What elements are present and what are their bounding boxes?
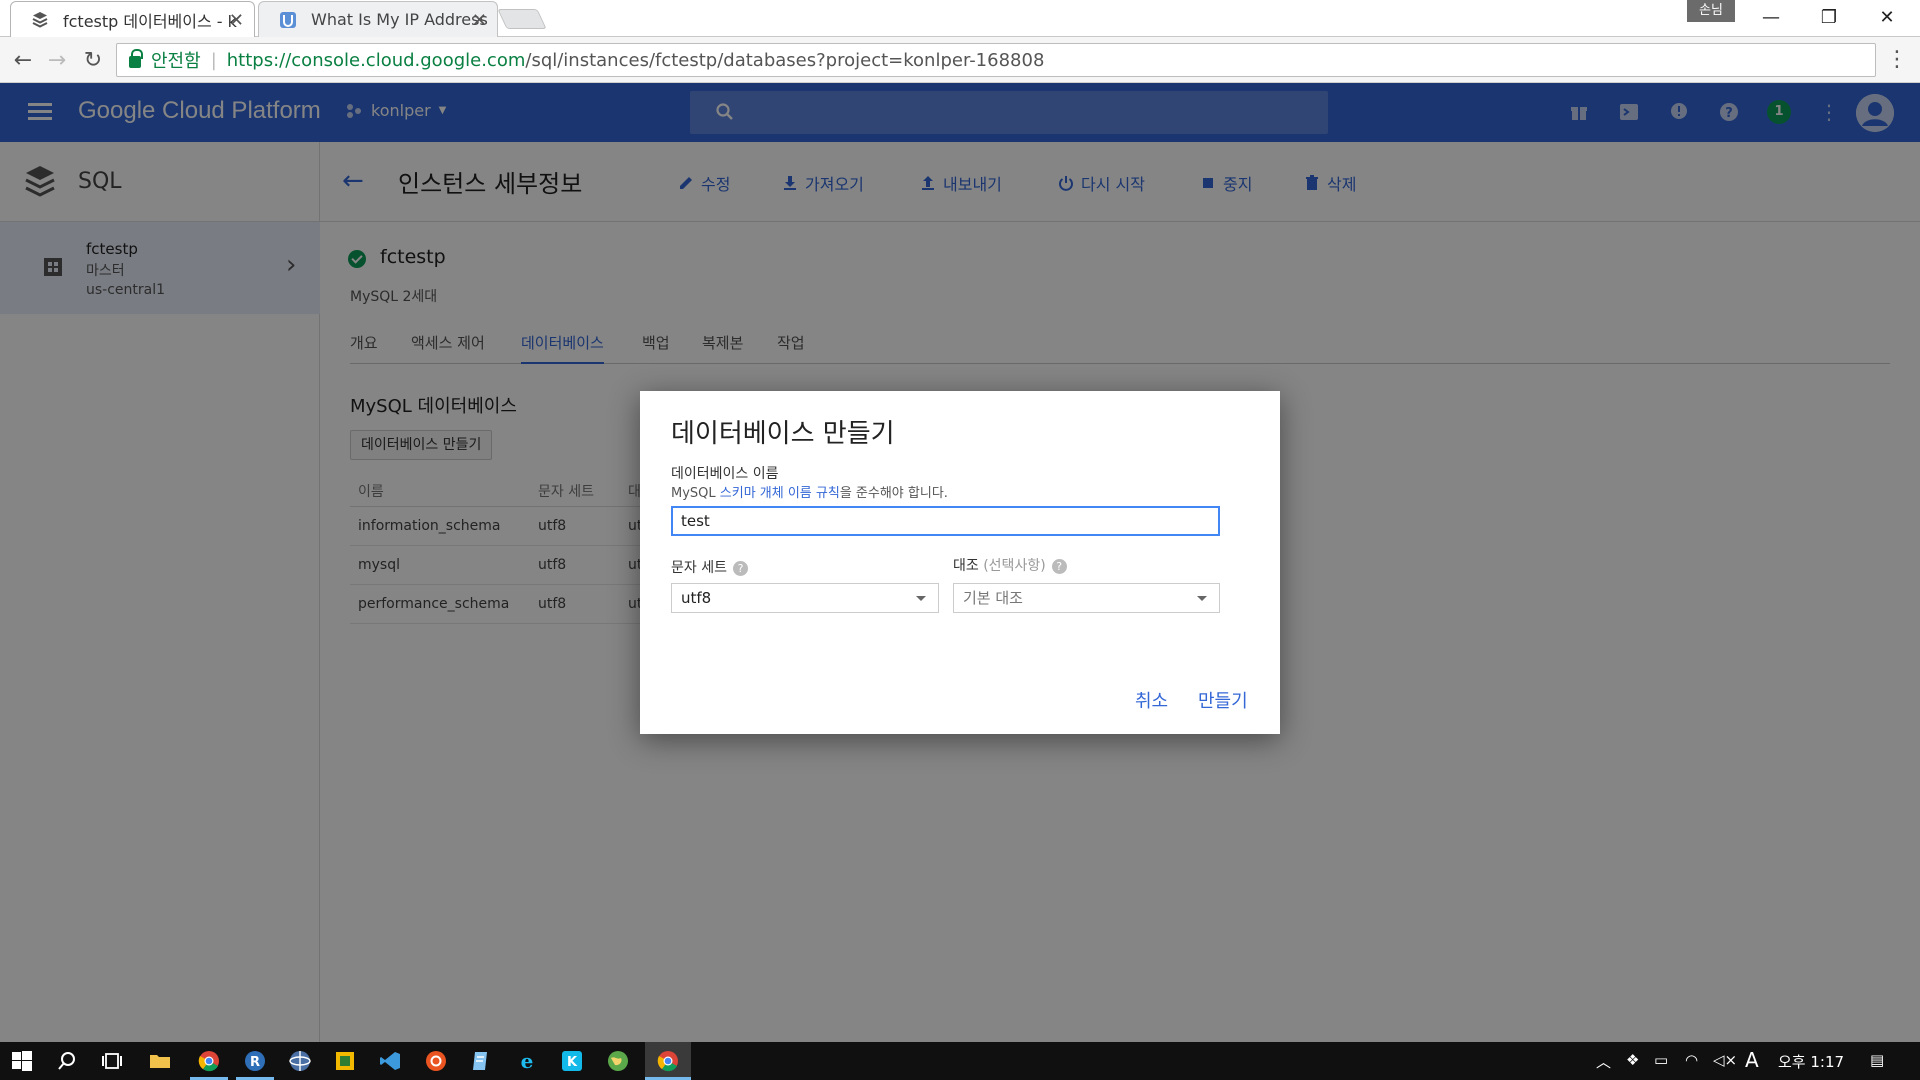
collation-optional: (선택사항) bbox=[983, 558, 1046, 574]
database-name-input[interactable] bbox=[671, 506, 1220, 536]
collation-label: 대조 (선택사항)? bbox=[953, 555, 1067, 575]
lock-icon bbox=[129, 49, 143, 68]
browser-tab-strip: fctestp 데이터베이스 - k ✕ What Is My IP Addre… bbox=[0, 0, 1920, 37]
url-path: /sql/instances/fctestp/databases?project… bbox=[525, 49, 1045, 71]
collation-select[interactable]: 기본 대조 bbox=[953, 583, 1220, 613]
create-button[interactable]: 만들기 bbox=[1198, 687, 1248, 713]
kitematic-icon[interactable]: K bbox=[558, 1047, 586, 1075]
database-name-label: 데이터베이스 이름 bbox=[671, 466, 779, 482]
internet-explorer-icon[interactable]: e bbox=[513, 1047, 541, 1075]
minimize-icon[interactable]: — bbox=[1742, 0, 1800, 34]
create-database-dialog: 데이터베이스 만들기 데이터베이스 이름 MySQL 스키마 개체 이름 규칙을… bbox=[640, 391, 1280, 734]
dialog-title: 데이터베이스 만들기 bbox=[671, 419, 895, 449]
charset-select[interactable]: utf8 bbox=[671, 583, 939, 613]
spreadsheet-app-icon[interactable] bbox=[331, 1047, 359, 1075]
wifi-icon[interactable]: ◠ bbox=[1685, 1051, 1698, 1069]
hint-prefix: MySQL bbox=[671, 486, 720, 501]
chrome-icon[interactable] bbox=[195, 1047, 223, 1075]
svg-text:e: e bbox=[521, 1050, 534, 1072]
r-app-icon[interactable]: R bbox=[241, 1047, 269, 1075]
ip-site-favicon-icon bbox=[280, 12, 296, 28]
ubuntu-icon[interactable] bbox=[422, 1047, 450, 1075]
dropbox-icon[interactable]: ❖ bbox=[1626, 1051, 1639, 1069]
dropdown-arrow-icon bbox=[1197, 596, 1207, 601]
windows-start-icon[interactable] bbox=[8, 1047, 36, 1075]
close-tab-icon[interactable]: ✕ bbox=[472, 10, 487, 31]
collation-label-text: 대조 bbox=[953, 558, 979, 574]
window-close-icon[interactable]: ✕ bbox=[1858, 0, 1916, 34]
charset-label-text: 문자 세트 bbox=[671, 560, 727, 576]
notepad-icon[interactable] bbox=[467, 1047, 495, 1075]
charset-value: utf8 bbox=[681, 589, 712, 607]
chrome-active-icon[interactable] bbox=[654, 1047, 682, 1075]
taskbar-clock[interactable]: 오후 1:17 bbox=[1778, 1051, 1844, 1072]
cancel-button[interactable]: 취소 bbox=[1135, 687, 1168, 713]
file-explorer-icon[interactable] bbox=[146, 1047, 174, 1075]
ime-indicator[interactable]: A bbox=[1745, 1048, 1759, 1072]
new-tab-button[interactable] bbox=[497, 9, 547, 29]
svg-text:R: R bbox=[250, 1055, 260, 1070]
back-nav-icon[interactable]: ← bbox=[8, 45, 38, 75]
browser-app-icon[interactable] bbox=[286, 1047, 314, 1075]
close-tab-icon[interactable]: ✕ bbox=[229, 10, 244, 31]
hint-suffix: 을 준수해야 합니다. bbox=[839, 486, 948, 501]
url-separator: | bbox=[210, 49, 217, 71]
show-hidden-icons-icon[interactable]: ︿ bbox=[1596, 1051, 1611, 1072]
browser-tab-title: fctestp 데이터베이스 - k bbox=[63, 11, 237, 31]
browser-menu-icon[interactable]: ⋮ bbox=[1886, 47, 1908, 72]
address-bar[interactable]: 안전함 | https://console.cloud.google.com /… bbox=[116, 43, 1876, 77]
globe-app-icon[interactable] bbox=[604, 1047, 632, 1075]
volume-muted-icon[interactable]: ◁× bbox=[1713, 1051, 1737, 1069]
collation-placeholder: 기본 대조 bbox=[963, 589, 1023, 607]
help-icon[interactable]: ? bbox=[1051, 558, 1067, 574]
restore-icon[interactable]: ❐ bbox=[1800, 0, 1858, 34]
action-center-icon[interactable]: ▤ bbox=[1870, 1051, 1884, 1069]
url-host: https://console.cloud.google.com bbox=[226, 49, 526, 71]
database-name-hint: MySQL 스키마 개체 이름 규칙을 준수해야 합니다. bbox=[671, 482, 948, 501]
search-icon[interactable] bbox=[53, 1047, 81, 1075]
cloud-sql-favicon-icon bbox=[32, 12, 48, 28]
browser-tab-title: What Is My IP Address bbox=[311, 10, 488, 29]
battery-icon[interactable]: ▭ bbox=[1654, 1051, 1668, 1069]
browser-tab-active[interactable]: fctestp 데이터베이스 - k ✕ bbox=[10, 1, 255, 37]
windows-taskbar: R e K ︿ ❖ ▭ ◠ ◁× A 오후 1:17 ▤ bbox=[0, 1042, 1920, 1080]
browser-tab-inactive[interactable]: What Is My IP Address ✕ bbox=[258, 1, 498, 37]
svg-text:K: K bbox=[567, 1055, 578, 1070]
secure-label: 안전함 bbox=[151, 51, 201, 72]
profile-button[interactable]: 손님 bbox=[1687, 0, 1735, 22]
charset-label: 문자 세트? bbox=[671, 557, 748, 577]
browser-toolbar: ← → ↻ 안전함 | https://console.cloud.google… bbox=[0, 37, 1920, 83]
reload-icon[interactable]: ↻ bbox=[78, 45, 108, 75]
forward-nav-icon[interactable]: → bbox=[42, 45, 72, 75]
help-icon[interactable]: ? bbox=[732, 560, 748, 576]
schema-naming-rules-link[interactable]: 스키마 개체 이름 규칙 bbox=[720, 486, 840, 501]
task-view-icon[interactable] bbox=[98, 1047, 126, 1075]
visual-studio-icon[interactable] bbox=[376, 1047, 404, 1075]
dropdown-arrow-icon bbox=[916, 596, 926, 601]
